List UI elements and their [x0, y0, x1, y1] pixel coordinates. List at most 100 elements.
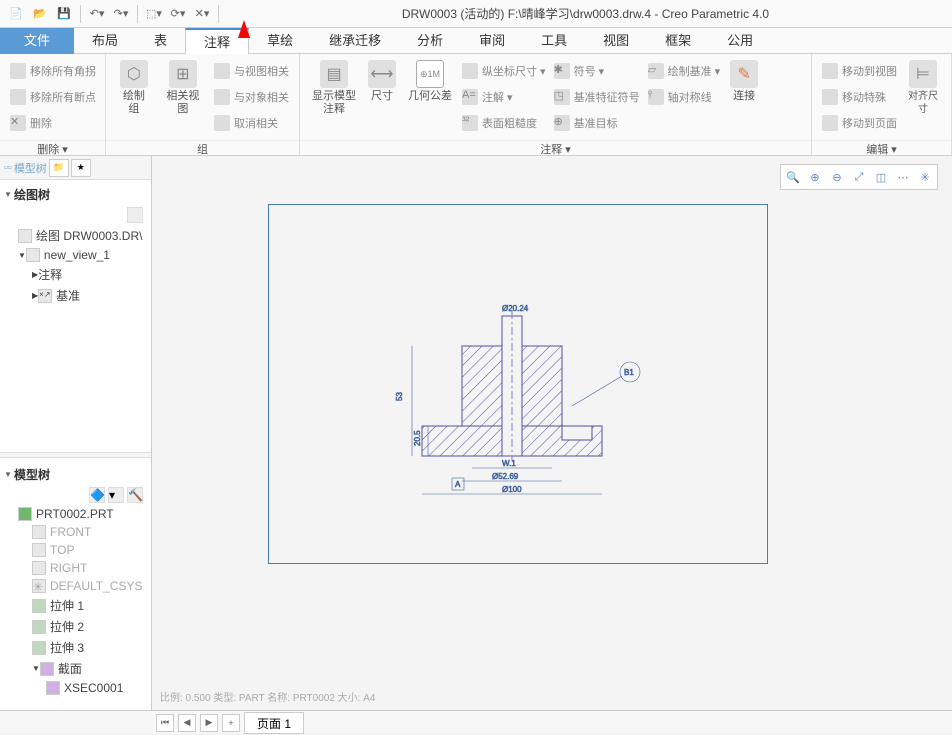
select-icon[interactable]: ⬚▾: [143, 3, 165, 25]
csys-icon: ✳: [32, 579, 46, 593]
canvas-toolbar: 🔍 ⊕ ⊖ ⤢ ◫ ⋯ ✳: [780, 164, 938, 190]
extrude2-node[interactable]: 拉伸 2: [4, 616, 147, 637]
extrude3-node[interactable]: 拉伸 3: [4, 637, 147, 658]
section-icon: [40, 662, 54, 676]
open-icon[interactable]: 📂: [29, 3, 51, 25]
view-related-button[interactable]: 与视图相关: [214, 60, 289, 82]
symbol-button[interactable]: ✱符号 ▾: [554, 60, 640, 82]
draw-group-button[interactable]: ⬡ 绘制组: [112, 58, 156, 136]
cube-icon[interactable]: ◫: [871, 167, 891, 187]
undo-icon[interactable]: ↶▾: [86, 3, 108, 25]
surf-icon: ³²: [462, 115, 478, 131]
extrude-icon: [32, 620, 46, 634]
zoom-in-icon[interactable]: ⊕: [805, 167, 825, 187]
zoom-fit-icon[interactable]: 🔍: [783, 167, 803, 187]
gtol-icon: ⊕1M: [416, 60, 444, 88]
move-view-icon: [822, 63, 838, 79]
draw-datum-button[interactable]: ▱绘制基准 ▾: [648, 60, 721, 82]
cancel-related-button[interactable]: 取消相关: [214, 112, 289, 134]
zoom-out-icon[interactable]: ⊖: [827, 167, 847, 187]
move-to-view-button[interactable]: 移动到视图: [822, 60, 897, 82]
view-node[interactable]: ▼new_view_1: [4, 246, 147, 264]
tree-tool-icon[interactable]: 🔨: [127, 487, 143, 503]
remove-jogs-button[interactable]: 移除所有角拐: [10, 60, 96, 82]
first-page-icon[interactable]: ⏮: [156, 714, 174, 732]
dimension-button[interactable]: ⟷ 尺寸: [362, 58, 402, 136]
tab-shared[interactable]: 公用: [709, 28, 771, 54]
save-icon[interactable]: 💾: [53, 3, 75, 25]
datum-target-button[interactable]: ⊕基准目标: [554, 112, 640, 134]
align-dim-button[interactable]: ⊨ 对齐尺寸: [901, 58, 945, 136]
sheet-tabs: ⏮ ◀ ▶ + 页面 1: [0, 710, 952, 734]
side-tab-folder[interactable]: 📁: [49, 159, 69, 177]
tab-tools[interactable]: 工具: [523, 28, 585, 54]
ord-dim-button[interactable]: 纵坐标尺寸 ▾: [462, 60, 546, 82]
tree-settings-icon[interactable]: [127, 207, 143, 223]
dim-b3: Ø100: [502, 485, 522, 494]
add-page-icon[interactable]: +: [222, 714, 240, 732]
note-button[interactable]: A=注解 ▾: [462, 86, 546, 108]
axis-sym-button[interactable]: ⫯轴对称线: [648, 86, 721, 108]
tab-inherit[interactable]: 继承迁移: [311, 28, 399, 54]
delete-button[interactable]: ✕删除: [10, 112, 96, 134]
regen-icon[interactable]: ⟳▾: [167, 3, 189, 25]
right-node[interactable]: RIGHT: [4, 559, 147, 577]
sidebar: ▫▫ 模型树 📁 ★ ▼绘图树 绘图 DRW0003.DR\ ▼new_view…: [0, 156, 152, 710]
align-icon: ⊨: [909, 60, 937, 88]
datum-a: A: [455, 480, 461, 489]
top-node[interactable]: TOP: [4, 541, 147, 559]
tab-layout[interactable]: 布局: [74, 28, 136, 54]
prev-page-icon[interactable]: ◀: [178, 714, 196, 732]
csys-node[interactable]: ✳DEFAULT_CSYS: [4, 577, 147, 595]
page-tab-1[interactable]: 页面 1: [244, 712, 304, 734]
dim-h1: 53: [395, 392, 404, 401]
balloon-b1: B1: [624, 368, 634, 377]
technical-drawing: Ø20.24 53 20.5 W.1 Ø52.69 Ø100 A B1: [372, 286, 672, 516]
redo-icon[interactable]: ↷▾: [110, 3, 132, 25]
tree-filter-icon[interactable]: 🔷: [89, 487, 105, 503]
tab-file[interactable]: 文件: [0, 28, 74, 54]
csys-toggle-icon[interactable]: ✳: [915, 167, 935, 187]
geom-tol-button[interactable]: ⊕1M 几何公差: [402, 58, 458, 136]
tab-analysis[interactable]: 分析: [399, 28, 461, 54]
tab-view[interactable]: 视图: [585, 28, 647, 54]
surf-finish-button[interactable]: ³²表面粗糙度: [462, 112, 546, 134]
side-tab-fav[interactable]: ★: [71, 159, 91, 177]
new-icon[interactable]: 📄: [5, 3, 27, 25]
tab-review[interactable]: 审阅: [461, 28, 523, 54]
object-related-button[interactable]: 与对象相关: [214, 86, 289, 108]
show-model-annot-button[interactable]: ▤ 显示模型 注释: [306, 58, 362, 136]
tab-table[interactable]: 表: [136, 28, 185, 54]
move-to-page-button[interactable]: 移动到页面: [822, 112, 897, 134]
model-annot-icon: ▤: [320, 60, 348, 88]
tab-frame[interactable]: 框架: [647, 28, 709, 54]
datum-feat-button[interactable]: ◳基准特征符号: [554, 86, 640, 108]
part-icon: [18, 507, 32, 521]
tab-sketch[interactable]: 草绘: [249, 28, 311, 54]
remove-breaks-button[interactable]: 移除所有断点: [10, 86, 96, 108]
refit-icon[interactable]: ⤢: [849, 167, 869, 187]
tree-find-icon[interactable]: ▾: [108, 487, 124, 503]
model-tree-tab[interactable]: 模型树: [14, 160, 47, 176]
front-node[interactable]: FRONT: [4, 523, 147, 541]
move-special-button[interactable]: 移动特殊: [822, 86, 897, 108]
xsec-node[interactable]: XSEC0001: [4, 679, 147, 697]
annotate-node[interactable]: ▶注释: [4, 264, 147, 285]
options-icon[interactable]: ⋯: [893, 167, 913, 187]
extrude1-node[interactable]: 拉伸 1: [4, 595, 147, 616]
drawing-node[interactable]: 绘图 DRW0003.DR\: [4, 225, 147, 246]
datum-node[interactable]: ▶×↗基准: [4, 285, 147, 306]
section-node[interactable]: ▼截面: [4, 658, 147, 679]
drawing-canvas[interactable]: 🔍 ⊕ ⊖ ⤢ ◫ ⋯ ✳: [152, 156, 952, 710]
sidebar-splitter[interactable]: [0, 452, 151, 458]
close-win-icon[interactable]: ✕▾: [191, 3, 213, 25]
draw-tree-header[interactable]: ▼绘图树: [4, 184, 147, 205]
next-page-icon[interactable]: ▶: [200, 714, 218, 732]
related-view-button[interactable]: ⊞ 相关视图: [156, 58, 210, 136]
dim-h2: 20.5: [413, 430, 422, 446]
datum-target-icon: ⊕: [554, 115, 570, 131]
draw-datum-icon: ▱: [648, 63, 664, 79]
part-node[interactable]: PRT0002.PRT: [4, 505, 147, 523]
model-tree2-header[interactable]: ▼模型树: [4, 464, 147, 485]
connect-button[interactable]: ✎ 连接: [724, 58, 764, 136]
